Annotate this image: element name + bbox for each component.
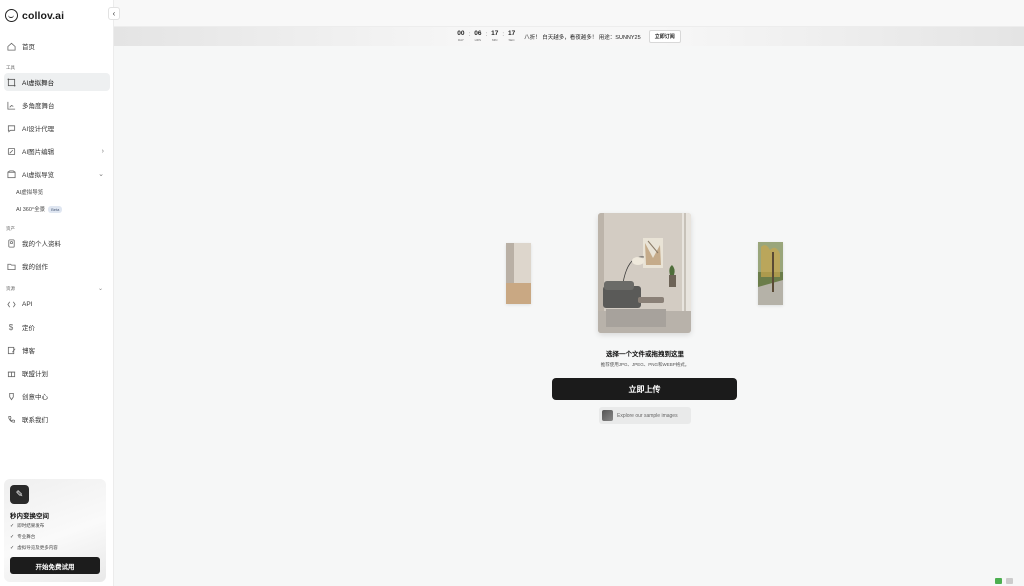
section-resources-label: 资源: [6, 286, 15, 291]
nav-label: AI设计代理: [22, 126, 55, 133]
banner-text: 八折！ 白天越多，看夜越多！ 用途：SUNNY25: [524, 34, 641, 41]
bulb-icon: [6, 391, 16, 401]
home-icon: [6, 41, 16, 51]
sample-garden-image-right[interactable]: [758, 242, 783, 305]
corner-status: [995, 578, 1013, 584]
nav-label: 创意中心: [22, 394, 48, 401]
logo-icon: [5, 9, 18, 22]
nav-creative-center[interactable]: 创意中心: [4, 387, 110, 405]
check-icon: ✓: [10, 534, 15, 540]
nav-label: 我的创作: [22, 264, 48, 271]
nav-home-label: 首页: [22, 44, 35, 51]
chevron-down-icon: ⌄: [98, 171, 104, 178]
beta-badge: Beta: [48, 205, 63, 213]
start-free-trial-button[interactable]: 开始免费试用: [10, 557, 100, 574]
nav-label: 多角度舞台: [22, 103, 55, 110]
sub-item-360[interactable]: AI 360°全景 Beta: [16, 205, 63, 213]
chevron-down-icon[interactable]: ⌄: [98, 285, 103, 292]
sample-room-image-center[interactable]: [598, 213, 691, 333]
nav-image-edit[interactable]: AI图片编辑 ›: [4, 142, 110, 160]
chat-icon: [6, 123, 16, 133]
explore-samples-label: Explore our sample images: [617, 412, 678, 419]
section-tools-label: 工具: [6, 65, 15, 70]
nav-virtual-tour[interactable]: AI虚拟导览 ⌄: [4, 165, 110, 183]
tour-icon: [6, 169, 16, 179]
nav-blog[interactable]: 博客: [4, 341, 110, 359]
folder-icon: [6, 261, 16, 271]
nav-label: 定价: [22, 325, 35, 332]
staging-icon: [6, 77, 16, 87]
sub-item-virtual-tour[interactable]: AI虚拟导览: [16, 188, 43, 196]
sidebar: collov.ai 首页 工具 AI虚拟舞台 多角度舞台 AI设计代理 AI图片…: [0, 0, 114, 586]
sub-item-label: AI 360°全景: [16, 207, 46, 213]
nav-label: AI图片编辑: [22, 149, 55, 156]
nav-label: 联系我们: [22, 417, 48, 424]
nav-api[interactable]: API: [4, 295, 110, 313]
nav-profile[interactable]: 我的个人资料: [4, 234, 110, 252]
countdown-hours: 06 HRS: [474, 30, 482, 42]
promo-card: ✎ 秒内变换空间 ✓ 即时结果发布 ✓ 专业舞台 ✓ 虚拟导览及更多内容 开始免…: [4, 479, 106, 582]
promo-banner: 00 DAY : 06 HRS : 17 MIN : 17 SEC 八折！ 白天…: [114, 27, 1024, 46]
sample-thumbnail-icon: [602, 410, 613, 421]
logo-text: collov.ai: [22, 9, 65, 22]
image-edit-icon: [6, 146, 16, 156]
phone-icon: [6, 414, 16, 424]
profile-icon: [6, 238, 16, 248]
nav-label: 博客: [22, 348, 35, 355]
promo-title: 秒内变换空间: [10, 513, 49, 520]
sample-room-image-left[interactable]: [506, 243, 531, 304]
countdown-separator: :: [468, 32, 471, 38]
nav-label: AI虚拟导览: [22, 172, 55, 179]
upload-format-hint: 推荐使用JPG、JPEG、PNG和WEBP格式。: [600, 362, 690, 367]
promo-brush-icon: ✎: [10, 485, 29, 504]
subscribe-button[interactable]: 立即订阅: [648, 30, 681, 43]
dollar-icon: $: [8, 322, 14, 332]
section-assets-label: 资产: [6, 226, 15, 231]
sub-item-label: AI虚拟导览: [16, 190, 44, 196]
nav-label: 联盟计划: [22, 371, 48, 378]
promo-feature: ✓ 即时结果发布: [10, 523, 45, 529]
nav-contact[interactable]: 联系我们: [4, 410, 110, 428]
nav-affiliate[interactable]: 联盟计划: [4, 364, 110, 382]
nav-design-agent[interactable]: AI设计代理: [4, 119, 110, 137]
nav-home[interactable]: 首页: [4, 37, 110, 55]
nav-label: 我的个人资料: [22, 241, 61, 248]
upload-now-button[interactable]: 立即上传: [552, 378, 737, 400]
promo-feature: ✓ 专业舞台: [10, 534, 36, 540]
check-icon: ✓: [10, 523, 15, 529]
api-icon: [6, 299, 16, 309]
status-gray-icon: [1006, 578, 1013, 584]
countdown-days: 00 DAY: [457, 30, 465, 42]
logo[interactable]: collov.ai: [5, 9, 64, 22]
gift-icon: [6, 368, 16, 378]
top-bar: [114, 0, 1024, 27]
chart-icon: [6, 100, 16, 110]
chevron-right-icon: ›: [101, 147, 104, 155]
upload-title: 选择一个文件或拖拽到这里: [606, 351, 684, 358]
countdown-separator: :: [485, 32, 488, 38]
nav-label: API: [22, 300, 33, 308]
check-icon: ✓: [10, 545, 15, 551]
countdown-minutes: 17 MIN: [491, 30, 499, 42]
explore-samples-button[interactable]: Explore our sample images: [599, 407, 691, 424]
blog-icon: [6, 345, 16, 355]
nav-creations[interactable]: 我的创作: [4, 257, 110, 275]
nav-pricing[interactable]: $ 定价: [4, 318, 110, 336]
countdown-separator: :: [502, 32, 505, 38]
nav-label: AI虚拟舞台: [22, 80, 55, 87]
promo-feature: ✓ 虚拟导览及更多内容: [10, 545, 58, 551]
status-green-icon: [995, 578, 1002, 584]
countdown-seconds: 17 SEC: [508, 30, 516, 42]
nav-ai-virtual-staging[interactable]: AI虚拟舞台: [4, 73, 110, 91]
collapse-sidebar-button[interactable]: ‹: [108, 7, 120, 20]
nav-multi-angle[interactable]: 多角度舞台: [4, 96, 110, 114]
